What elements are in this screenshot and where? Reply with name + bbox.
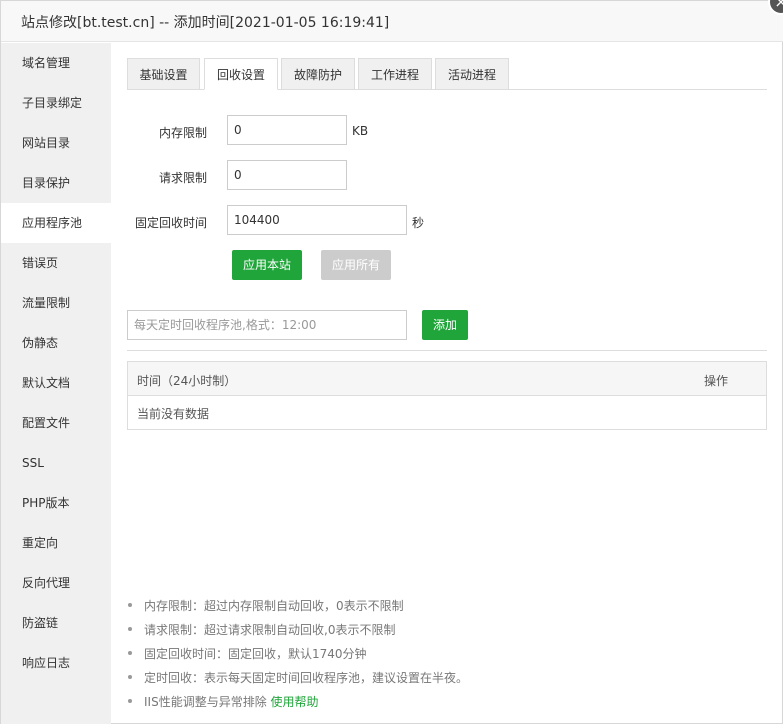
help-item: 固定回收时间：固定回收，默认1740分钟	[127, 645, 767, 665]
sidebar-item-traffic-limit[interactable]: 流量限制	[1, 283, 111, 323]
add-schedule-button[interactable]: 添加	[422, 310, 468, 340]
apply-site-button[interactable]: 应用本站	[232, 250, 302, 280]
tab-recycle-settings[interactable]: 回收设置	[204, 58, 278, 90]
help-item: 定时回收：表示每天固定时间回收程序池，建议设置在半夜。	[127, 669, 767, 689]
site-edit-dialog: 站点修改[bt.test.cn] -- 添加时间[2021-01-05 16:1…	[0, 0, 783, 724]
tab-basic-settings[interactable]: 基础设置	[127, 58, 200, 90]
fixed-recycle-unit: 秒	[412, 216, 425, 230]
help-item: 内存限制：超过内存限制自动回收，0表示不限制	[127, 597, 767, 617]
memory-unit: KB	[352, 124, 369, 138]
schedule-time-input[interactable]: 每天定时回收程序池,格式：12:00	[127, 310, 407, 340]
help-item: IIS性能调整与异常排除 使用帮助	[127, 693, 767, 713]
sidebar-item-php-version[interactable]: PHP版本	[1, 483, 111, 523]
help-item-text: 固定回收时间：固定回收，默认1740分钟	[144, 647, 367, 661]
help-item-text: 定时回收：表示每天固定时间回收程序池，建议设置在半夜。	[144, 671, 469, 685]
dialog-titlebar: 站点修改[bt.test.cn] -- 添加时间[2021-01-05 16:1…	[1, 1, 783, 42]
sidebar-item-app-pool[interactable]: 应用程序池	[1, 203, 111, 243]
column-header-time: 时间（24小时制）	[137, 374, 237, 388]
sidebar-item-domain[interactable]: 域名管理	[1, 43, 111, 83]
empty-table-message: 当前没有数据	[137, 407, 210, 421]
bullet-icon	[128, 699, 132, 703]
sidebar-item-reverse-proxy[interactable]: 反向代理	[1, 563, 111, 603]
help-item-text: 内存限制：超过内存限制自动回收，0表示不限制	[144, 599, 404, 613]
request-limit-label: 请求限制	[158, 171, 207, 185]
help-item-text: IIS性能调整与异常排除	[144, 695, 267, 709]
sidebar-item-subdir-binding[interactable]: 子目录绑定	[1, 83, 111, 123]
tab-fault-protection[interactable]: 故障防护	[281, 58, 355, 90]
bullet-icon	[128, 675, 132, 679]
sidebar-item-hotlink[interactable]: 防盗链	[1, 603, 111, 643]
fixed-recycle-input[interactable]: 104400	[227, 205, 407, 235]
section-divider	[127, 350, 767, 351]
tab-worker-process[interactable]: 工作进程	[358, 58, 432, 90]
help-item: 请求限制：超过请求限制自动回收,0表示不限制	[127, 621, 767, 641]
fixed-recycle-label: 固定回收时间	[134, 216, 207, 230]
bullet-icon	[128, 651, 132, 655]
sidebar-item-config-file[interactable]: 配置文件	[1, 403, 111, 443]
apply-all-button[interactable]: 应用所有	[321, 250, 391, 280]
memory-limit-label: 内存限制	[158, 126, 207, 140]
column-header-operation: 操作	[704, 374, 729, 388]
request-limit-input[interactable]: 0	[227, 160, 347, 190]
sidebar-item-site-dir[interactable]: 网站目录	[1, 123, 111, 163]
dialog-title: 站点修改[bt.test.cn] -- 添加时间[2021-01-05 16:1…	[21, 15, 390, 31]
sidebar-item-rewrite[interactable]: 伪静态	[1, 323, 111, 363]
help-item-text: 请求限制：超过请求限制自动回收,0表示不限制	[144, 623, 396, 637]
sidebar-item-dir-protect[interactable]: 目录保护	[1, 163, 111, 203]
schedule-table: 时间（24小时制） 操作 当前没有数据	[127, 361, 767, 430]
sidebar: 域名管理 子目录绑定 网站目录 目录保护 应用程序池 错误页 流量限制 伪静态 …	[1, 43, 111, 724]
bullet-icon	[128, 627, 132, 631]
sidebar-item-error-page[interactable]: 错误页	[1, 243, 111, 283]
memory-limit-input[interactable]: 0	[227, 115, 347, 145]
bullet-icon	[128, 603, 132, 607]
sidebar-item-response-log[interactable]: 响应日志	[1, 643, 111, 683]
tab-active-process[interactable]: 活动进程	[435, 58, 509, 90]
sidebar-item-redirect[interactable]: 重定向	[1, 523, 111, 563]
sidebar-item-ssl[interactable]: SSL	[1, 443, 111, 483]
help-link[interactable]: 使用帮助	[271, 695, 319, 709]
sidebar-item-default-doc[interactable]: 默认文档	[1, 363, 111, 403]
table-header: 时间（24小时制） 操作	[128, 362, 766, 396]
